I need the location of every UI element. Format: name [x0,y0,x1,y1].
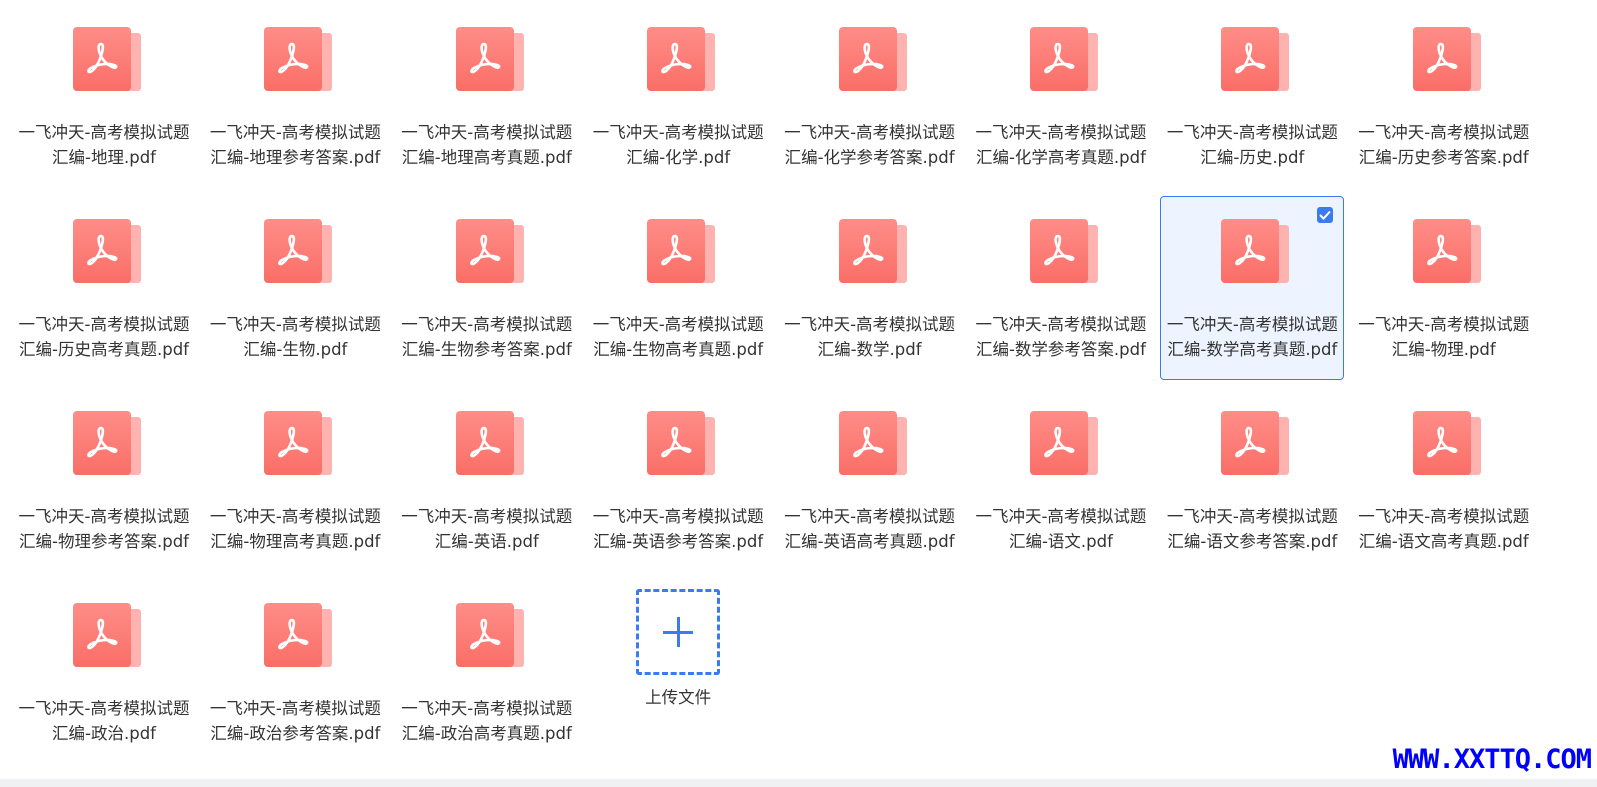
pdf-file-icon [1221,219,1290,285]
pdf-file-icon [1029,219,1098,285]
pdf-file-icon [73,603,141,669]
file-name: 一飞冲天-高考模拟试题汇编-化学.pdf [592,123,764,167]
file-name: 一飞冲天-高考模拟试题汇编-物理参考答案.pdf [18,507,190,551]
file-tile[interactable]: 一飞冲天-高考模拟试题汇编-地理.pdf [12,4,196,188]
pdf-file-icon [264,411,333,477]
file-tile[interactable]: 一飞冲天-高考模拟试题汇编-英语高考真题.pdf [778,388,962,572]
file-tile[interactable]: 一飞冲天-高考模拟试题汇编-历史参考答案.pdf [1352,4,1536,188]
file-name: 一飞冲天-高考模拟试题汇编-物理.pdf [1358,315,1530,359]
file-name: 一飞冲天-高考模拟试题汇编-历史高考真题.pdf [18,315,190,359]
file-tile[interactable]: 一飞冲天-高考模拟试题汇编-语文.pdf [969,388,1153,572]
file-name: 一飞冲天-高考模拟试题汇编-语文.pdf [975,507,1147,551]
pdf-file-icon [838,411,907,477]
pdf-file-icon [647,219,716,285]
pdf-file-icon [647,27,716,93]
pdf-file-icon [1412,27,1481,93]
file-name: 一飞冲天-高考模拟试题汇编-数学.pdf [784,315,956,359]
file-name: 一飞冲天-高考模拟试题汇编-英语参考答案.pdf [592,507,764,551]
file-name: 一飞冲天-高考模拟试题汇编-英语高考真题.pdf [784,507,956,551]
pdf-file-icon [455,603,524,669]
file-name: 一飞冲天-高考模拟试题汇编-政治.pdf [18,699,190,743]
pdf-file-icon [73,27,141,93]
file-name: 一飞冲天-高考模拟试题汇编-历史参考答案.pdf [1358,123,1530,167]
file-tile[interactable]: 一飞冲天-高考模拟试题汇编-生物高考真题.pdf [586,196,770,380]
file-tile[interactable]: 一飞冲天-高考模拟试题汇编-政治高考真题.pdf [395,580,579,764]
file-tile[interactable]: 一飞冲天-高考模拟试题汇编-数学.pdf [778,196,962,380]
file-name: 一飞冲天-高考模拟试题汇编-化学高考真题.pdf [975,123,1147,167]
file-name: 一飞冲天-高考模拟试题汇编-地理.pdf [18,123,190,167]
file-tile[interactable]: 一飞冲天-高考模拟试题汇编-语文参考答案.pdf [1160,388,1344,572]
pdf-file-icon [1412,219,1481,285]
file-name: 一飞冲天-高考模拟试题汇编-地理参考答案.pdf [209,123,381,167]
pdf-file-icon [1029,411,1098,477]
file-name: 一飞冲天-高考模拟试题汇编-物理高考真题.pdf [209,507,381,551]
file-tile[interactable]: 一飞冲天-高考模拟试题汇编-政治.pdf [12,580,196,764]
file-name: 一飞冲天-高考模拟试题汇编-数学高考真题.pdf [1166,315,1338,359]
file-tile[interactable]: 一飞冲天-高考模拟试题汇编-物理高考真题.pdf [203,388,387,572]
pdf-file-icon [1412,411,1481,477]
file-tile[interactable]: 一飞冲天-高考模拟试题汇编-历史高考真题.pdf [12,196,196,380]
upload-button[interactable] [636,589,721,675]
pdf-file-icon [838,27,907,93]
checkbox-checked-icon[interactable] [1317,207,1334,223]
file-tile[interactable]: 一飞冲天-高考模拟试题汇编-英语参考答案.pdf [586,388,770,572]
pdf-file-icon [73,219,141,285]
pdf-file-icon [455,27,524,93]
pdf-file-icon [264,27,333,93]
file-name: 一飞冲天-高考模拟试题汇编-语文参考答案.pdf [1166,507,1338,551]
pdf-file-icon [455,411,524,477]
file-tile[interactable]: 一飞冲天-高考模拟试题汇编-生物.pdf [203,196,387,380]
file-name: 一飞冲天-高考模拟试题汇编-生物参考答案.pdf [401,315,573,359]
watermark-text: WWW.XXTTQ.COM [1392,744,1592,775]
file-tile[interactable]: 一飞冲天-高考模拟试题汇编-政治参考答案.pdf [203,580,387,764]
pdf-file-icon [73,411,141,477]
file-tile[interactable]: 一飞冲天-高考模拟试题汇编-数学参考答案.pdf [969,196,1153,380]
file-tile[interactable]: 一飞冲天-高考模拟试题汇编-物理.pdf [1352,196,1536,380]
pdf-file-icon [455,219,524,285]
file-tile[interactable]: 一飞冲天-高考模拟试题汇编-地理高考真题.pdf [395,4,579,188]
file-name: 一飞冲天-高考模拟试题汇编-地理高考真题.pdf [401,123,573,167]
file-name: 一飞冲天-高考模拟试题汇编-数学参考答案.pdf [975,315,1147,359]
file-tile[interactable]: 一飞冲天-高考模拟试题汇编-数学高考真题.pdf [1160,196,1345,380]
bottom-scrollbar-track[interactable] [0,779,1597,787]
pdf-file-icon [1029,27,1098,93]
file-tile[interactable]: 一飞冲天-高考模拟试题汇编-历史.pdf [1160,4,1344,188]
file-name: 一飞冲天-高考模拟试题汇编-政治参考答案.pdf [209,699,381,743]
file-grid: 一飞冲天-高考模拟试题汇编-地理.pdf 一飞冲天-高考模拟试题汇编-地理参考答案… [12,0,1572,787]
file-tile[interactable]: 一飞冲天-高考模拟试题汇编-化学.pdf [586,4,770,188]
file-name: 一飞冲天-高考模拟试题汇编-生物.pdf [209,315,381,359]
pdf-file-icon [264,219,333,285]
pdf-file-icon [838,219,907,285]
file-tile[interactable]: 一飞冲天-高考模拟试题汇编-化学参考答案.pdf [778,4,962,188]
file-tile[interactable]: 一飞冲天-高考模拟试题汇编-物理参考答案.pdf [12,388,196,572]
pdf-file-icon [647,411,716,477]
file-tile[interactable]: 一飞冲天-高考模拟试题汇编-地理参考答案.pdf [203,4,387,188]
pdf-file-icon [264,603,333,669]
upload-file-tile[interactable]: 上传文件 [586,580,770,764]
file-name: 一飞冲天-高考模拟试题汇编-化学参考答案.pdf [784,123,956,167]
file-name: 一飞冲天-高考模拟试题汇编-英语.pdf [401,507,573,551]
file-tile[interactable]: 一飞冲天-高考模拟试题汇编-语文高考真题.pdf [1352,388,1536,572]
file-tile[interactable]: 一飞冲天-高考模拟试题汇编-生物参考答案.pdf [395,196,579,380]
file-name: 一飞冲天-高考模拟试题汇编-生物高考真题.pdf [592,315,764,359]
upload-label: 上传文件 [645,688,712,707]
file-tile[interactable]: 一飞冲天-高考模拟试题汇编-化学高考真题.pdf [969,4,1153,188]
pdf-file-icon [1221,411,1290,477]
file-name: 一飞冲天-高考模拟试题汇编-政治高考真题.pdf [401,699,573,743]
plus-icon-vertical [677,617,681,647]
file-name: 一飞冲天-高考模拟试题汇编-历史.pdf [1166,123,1338,167]
pdf-file-icon [1221,27,1290,93]
file-name: 一飞冲天-高考模拟试题汇编-语文高考真题.pdf [1358,507,1530,551]
file-tile[interactable]: 一飞冲天-高考模拟试题汇编-英语.pdf [395,388,579,572]
